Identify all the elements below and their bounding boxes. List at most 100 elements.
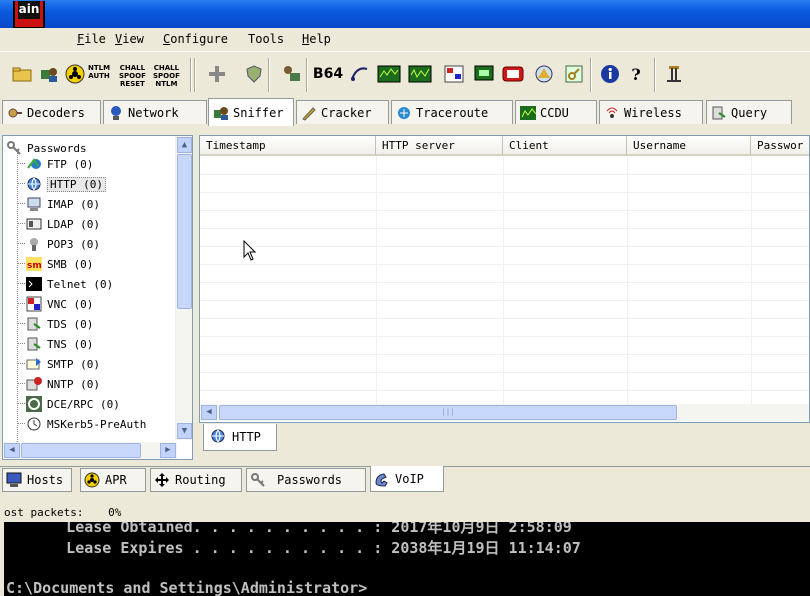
menu-configure[interactable]: Configure (163, 32, 228, 46)
main-tabs: Decoders Network Sniffer Cracker Tracero… (0, 98, 810, 128)
biohazard-icon[interactable] (63, 62, 87, 86)
tab-traceroute[interactable]: Traceroute (391, 100, 513, 124)
tab-voip[interactable]: VoIP (370, 466, 444, 492)
tree-branch (17, 263, 25, 264)
tree-item-mskerb5[interactable]: MSKerb5-PreAuth (25, 414, 146, 434)
console-window[interactable]: Lease Obtained. . . . . . . . . . : 2017… (0, 522, 810, 596)
toolbar-separator (306, 58, 308, 92)
menu-file[interactable]: File (77, 32, 106, 46)
menu-help[interactable]: Help (302, 32, 331, 46)
red-window-icon[interactable] (501, 62, 525, 86)
base64-icon[interactable]: B64 (313, 62, 343, 86)
grid-line (751, 156, 752, 404)
ntlm-auth-button[interactable]: NTLM AUTH (88, 64, 110, 80)
menu-tools[interactable]: Tools (248, 32, 284, 46)
clock-icon (25, 415, 43, 433)
key-icon[interactable] (562, 62, 586, 86)
route-icon[interactable] (348, 62, 372, 86)
tree-item-tns[interactable]: TNS (0) (25, 334, 93, 354)
traceroute-icon (396, 105, 412, 121)
column-header-client[interactable]: Client (503, 136, 627, 156)
tree-vertical-scrollbar[interactable]: ▲ ▼ (175, 136, 192, 440)
info-icon[interactable] (598, 62, 622, 86)
grid-line (200, 300, 809, 301)
graph-voip-icon[interactable] (408, 62, 432, 86)
tree-item-http[interactable]: HTTP (0) (25, 174, 106, 194)
voip-icon (374, 471, 390, 487)
toolbar-separator (654, 58, 656, 92)
tab-apr[interactable]: APR (80, 468, 146, 492)
console-prompt: C:\Documents and Settings\Administrator> (6, 579, 368, 596)
scroll-left-icon[interactable]: ◀ (201, 405, 217, 420)
app-icon-text: ain (18, 1, 40, 19)
tree-item-imap[interactable]: IMAP (0) (25, 194, 100, 214)
tree-branch (17, 283, 25, 284)
column-header-password[interactable]: Passwor (751, 136, 809, 156)
tree-item-pop3[interactable]: POP3 (0) (25, 234, 100, 254)
tree-hscroll-thumb[interactable] (21, 443, 141, 458)
vnc-icon (25, 295, 43, 313)
scroll-right-icon[interactable]: ▶ (160, 443, 176, 458)
help-icon[interactable]: ? (624, 62, 648, 86)
tree-item-ldap[interactable]: LDAP (0) (25, 214, 100, 234)
scroll-up-icon[interactable]: ▲ (177, 137, 192, 153)
tab-query[interactable]: Query (706, 100, 792, 124)
tab-routing[interactable]: Routing (150, 468, 242, 492)
tree-item-vnc[interactable]: VNC (0) (25, 294, 93, 314)
tree-branch (17, 223, 25, 224)
tab-decoders[interactable]: Decoders (2, 100, 101, 124)
tree-item-ftp[interactable]: FTP (0) (25, 154, 93, 174)
chall-spoof-ntlm-button[interactable]: CHALL SPOOF NTLM (153, 64, 180, 88)
scroll-down-icon[interactable]: ▼ (177, 423, 192, 439)
tab-wireless[interactable]: Wireless (599, 100, 703, 124)
menu-bar: File View Configure Tools Help (0, 28, 810, 50)
tree-item-dce-rpc[interactable]: DCE/RPC (0) (25, 394, 120, 414)
tab-network[interactable]: Network (103, 100, 207, 124)
tree-branch (17, 183, 25, 184)
vnc-icon[interactable] (442, 62, 466, 86)
column-header-http-server[interactable]: HTTP server (376, 136, 503, 156)
app-icon[interactable]: ain (13, 1, 45, 29)
chall-spoof-reset-button[interactable]: CHALL SPOOF RESET (119, 64, 146, 88)
tree-item-tds[interactable]: TDS (0) (25, 314, 93, 334)
tab-cracker[interactable]: Cracker (296, 100, 389, 124)
network-scan-icon[interactable] (280, 62, 304, 86)
tree-item-smb[interactable]: smb SMB (0) (25, 254, 93, 274)
column-header-timestamp[interactable]: Timestamp (200, 136, 376, 156)
lost-packets-value: 0% (108, 506, 122, 519)
monitor-icon[interactable] (472, 62, 496, 86)
http-icon (210, 428, 226, 447)
grid-line (376, 156, 377, 404)
graph-green-icon[interactable] (377, 62, 401, 86)
tree-item-smtp[interactable]: SMTP (0) (25, 354, 100, 374)
tree-branch (17, 363, 25, 364)
open-folder-icon[interactable] (10, 62, 34, 86)
add-icon[interactable] (205, 62, 229, 86)
tree-guide-line (17, 150, 18, 450)
tab-passwords[interactable]: Passwords (246, 468, 366, 492)
network-icon (108, 105, 124, 121)
table-horizontal-scrollbar[interactable]: ◀ ||| (200, 404, 809, 421)
tree-vscroll-thumb[interactable] (177, 154, 192, 309)
tree-item-telnet[interactable]: Telnet (0) (25, 274, 113, 294)
certificate-icon[interactable] (532, 62, 556, 86)
tree-branch (17, 403, 25, 404)
grid-line (200, 354, 809, 355)
smtp-icon (25, 355, 43, 373)
tab-ccdu[interactable]: CCDU (515, 100, 597, 124)
exit-icon[interactable] (662, 62, 686, 86)
tab-sniffer[interactable]: Sniffer (208, 98, 294, 126)
toolbar-separator (268, 58, 270, 92)
scroll-left-icon[interactable]: ◀ (4, 443, 20, 458)
tree-item-nntp[interactable]: NNTP (0) (25, 374, 100, 394)
tree-horizontal-scrollbar[interactable]: ◀ ▶ (3, 442, 177, 459)
telnet-icon (25, 275, 43, 293)
ldap-icon (25, 215, 43, 233)
shield-icon[interactable] (242, 62, 266, 86)
table-hscroll-thumb[interactable]: ||| (219, 405, 677, 420)
column-header-username[interactable]: Username (627, 136, 751, 156)
subtab-http[interactable]: HTTP (203, 424, 277, 451)
tab-hosts[interactable]: Hosts (2, 468, 72, 492)
sniffer-start-icon[interactable] (37, 62, 61, 86)
menu-view[interactable]: View (115, 32, 144, 46)
